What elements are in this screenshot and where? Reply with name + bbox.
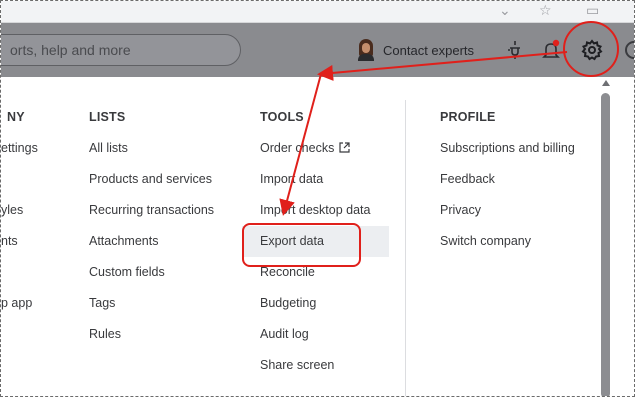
bell-icon[interactable] [542,39,560,61]
plug-icon[interactable] [507,40,523,60]
scrollbar[interactable] [599,77,613,396]
contact-experts-button[interactable]: Contact experts [357,37,474,63]
company-item-styles[interactable]: yles [1,195,23,226]
app-header: orts, help and more Contact experts [1,23,634,77]
profile-item-subscriptions-billing[interactable]: Subscriptions and billing [440,133,575,164]
column-heading-profile: PROFILE [440,110,496,124]
lists-item-products-services[interactable]: Products and services [89,164,212,195]
company-item-settings[interactable]: ettings [1,133,38,164]
tools-item-export-data[interactable]: Export data [242,226,389,257]
company-item-accounts[interactable]: nts [1,226,18,257]
contact-experts-label: Contact experts [383,42,475,58]
lists-item-recurring-transactions[interactable]: Recurring transactions [89,195,214,226]
chevron-down-icon[interactable]: ⌄ [499,3,511,19]
lists-item-custom-fields[interactable]: Custom fields [89,257,165,288]
search-input[interactable]: orts, help and more [1,34,241,66]
tools-item-order-checks[interactable]: Order checks [260,133,350,164]
settings-dropdown: NY ettings yles nts p app LISTS All list… [1,77,634,396]
tools-item-share-screen[interactable]: Share screen [260,350,334,381]
lists-item-all-lists[interactable]: All lists [89,133,128,164]
window-icon[interactable]: ▭ [586,3,599,19]
screenshot-frame: ⌄ ☆ ▭ orts, help and more Contact expert… [0,0,635,397]
profile-item-switch-company[interactable]: Switch company [440,226,531,257]
column-heading-lists: LISTS [89,110,126,124]
column-heading-tools: TOOLS [260,110,304,124]
tools-item-budgeting[interactable]: Budgeting [260,288,316,319]
tools-item-import-desktop-data[interactable]: Import desktop data [260,195,370,226]
tools-item-audit-log[interactable]: Audit log [260,319,309,350]
order-checks-label: Order checks [260,141,335,155]
scroll-up-arrow-icon[interactable] [602,80,610,86]
lists-item-attachments[interactable]: Attachments [89,226,158,257]
column-heading-company: NY [7,110,25,124]
star-icon[interactable]: ☆ [539,3,552,19]
gear-icon[interactable] [579,37,605,63]
browser-toolbar: ⌄ ☆ ▭ [1,1,634,23]
help-icon[interactable] [625,41,634,59]
tools-item-reconcile[interactable]: Reconcile [260,257,315,288]
lists-item-rules[interactable]: Rules [89,319,121,350]
search-placeholder: orts, help and more [10,42,131,58]
column-divider [405,100,406,396]
profile-item-privacy[interactable]: Privacy [440,195,481,226]
scrollbar-thumb[interactable] [601,93,610,396]
expert-avatar [357,39,375,61]
tools-item-import-data[interactable]: Import data [260,164,323,195]
lists-item-tags[interactable]: Tags [89,288,115,319]
external-link-icon [339,142,350,153]
company-item-app[interactable]: p app [1,288,32,319]
profile-item-feedback[interactable]: Feedback [440,164,495,195]
